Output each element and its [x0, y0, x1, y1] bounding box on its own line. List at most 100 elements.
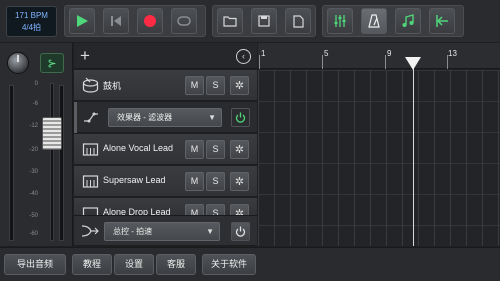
- track-settings-button[interactable]: ✲: [230, 140, 249, 159]
- master-bus-row: 总控 - 拍速 ▼: [74, 215, 257, 246]
- metronome-button[interactable]: [361, 8, 387, 34]
- timeline-ruler[interactable]: 1 5 9 13: [258, 43, 500, 69]
- snap-start-button[interactable]: [429, 8, 455, 34]
- gear-icon: ✲: [234, 144, 245, 156]
- db-tick: -6: [32, 101, 38, 107]
- mute-button[interactable]: M: [185, 140, 204, 159]
- pan-knob[interactable]: [7, 52, 29, 74]
- dropdown-caret-icon: ▼: [206, 227, 214, 236]
- power-icon: [235, 112, 246, 123]
- channel-fx-button[interactable]: ⊱: [40, 53, 64, 73]
- bpm-value: 171 BPM: [15, 11, 48, 20]
- bar-tick: [447, 55, 448, 69]
- level-meter-left: [9, 85, 14, 241]
- support-button[interactable]: 客服: [156, 254, 196, 275]
- track-name: 鼓机: [103, 81, 122, 91]
- volume-fader-handle[interactable]: [42, 117, 62, 150]
- solo-button[interactable]: S: [206, 140, 225, 159]
- playhead-handle[interactable]: [405, 57, 421, 70]
- play-button[interactable]: [69, 8, 95, 34]
- mute-button[interactable]: M: [185, 172, 204, 191]
- tutorial-button[interactable]: 教程: [72, 254, 112, 275]
- tools-group: [322, 5, 464, 37]
- bar-tick: [259, 55, 260, 69]
- track-list-header: [74, 43, 257, 69]
- about-button[interactable]: 关于软件: [202, 254, 256, 275]
- db-tick: -30: [29, 169, 38, 175]
- track-name: Alone Vocal Lead: [103, 143, 174, 153]
- bar-marker: 9: [387, 49, 392, 58]
- gear-icon: ✲: [234, 80, 245, 92]
- rewind-button[interactable]: [103, 8, 129, 34]
- playhead-line: [413, 66, 414, 246]
- track-row-drums[interactable]: 鼓机 M S ✲: [74, 70, 257, 101]
- track-row-vocal-lead[interactable]: Alone Vocal Lead M S ✲: [74, 134, 257, 165]
- fx-row-indicator: [74, 102, 77, 133]
- master-power-button[interactable]: [231, 222, 250, 241]
- instrument-button[interactable]: [395, 8, 421, 34]
- folder-icon: [223, 16, 237, 27]
- loop-icon: [177, 16, 191, 26]
- effect-select[interactable]: 效果器 - 滤波器 ▼: [108, 108, 222, 127]
- record-button[interactable]: [137, 8, 163, 34]
- solo-button[interactable]: S: [206, 172, 225, 191]
- volume-fader-track: [50, 83, 54, 241]
- transport-group: [64, 5, 206, 37]
- mixer-button[interactable]: [327, 8, 353, 34]
- arrangement-grid[interactable]: [258, 70, 500, 246]
- drum-icon: [82, 77, 99, 93]
- master-channel-strip: ⊱ 0 -6 -12 -20 -30 -40 -50 -60: [0, 43, 73, 246]
- db-tick: -12: [29, 123, 38, 129]
- collapse-button[interactable]: ‹: [236, 49, 251, 64]
- track-row-supersaw[interactable]: Supersaw Lead M S ✲: [74, 166, 257, 197]
- db-tick: -50: [29, 213, 38, 219]
- db-tick: 0: [34, 81, 38, 87]
- open-button[interactable]: [217, 8, 243, 34]
- settings-button[interactable]: 设置: [114, 254, 154, 275]
- loop-button[interactable]: [171, 8, 197, 34]
- mixer-sliders-icon: [334, 15, 346, 27]
- save-button[interactable]: [251, 8, 277, 34]
- track-row-drop-lead[interactable]: Alone Drop Lead M S ✲: [74, 198, 257, 216]
- jump-to-start-icon: [436, 15, 448, 27]
- master-bus-icon: [81, 225, 99, 237]
- power-icon: [235, 226, 246, 237]
- metronome-icon: [368, 14, 380, 28]
- record-icon: [144, 15, 156, 27]
- plus-icon: +: [80, 46, 90, 65]
- new-file-button[interactable]: [285, 8, 311, 34]
- db-tick: -20: [29, 147, 38, 153]
- master-select[interactable]: 总控 - 拍速 ▼: [104, 222, 220, 241]
- bar-tick: [385, 55, 386, 69]
- new-file-icon: [292, 14, 304, 28]
- fx-routing-icon: ⊱: [47, 57, 57, 70]
- dropdown-caret-icon: ▼: [208, 113, 216, 122]
- db-tick: -60: [29, 231, 38, 237]
- track-settings-button[interactable]: ✲: [230, 172, 249, 191]
- bar-marker: 13: [448, 49, 457, 58]
- synth-keyboard-icon: [82, 175, 99, 188]
- track-effect-row: 效果器 - 滤波器 ▼: [74, 102, 257, 133]
- track-settings-button[interactable]: ✲: [230, 76, 249, 95]
- tempo-display[interactable]: 171 BPM 4/4拍: [6, 6, 57, 37]
- track-name: Supersaw Lead: [103, 175, 166, 185]
- chevron-left-icon: ‹: [242, 51, 245, 61]
- save-icon: [258, 15, 270, 27]
- bar-tick: [322, 55, 323, 69]
- bar-marker: 5: [324, 49, 329, 58]
- automation-curve-icon: [84, 112, 98, 123]
- gear-icon: ✲: [234, 176, 245, 188]
- synth-keyboard-icon: [82, 143, 99, 156]
- time-signature: 4/4拍: [21, 23, 42, 32]
- play-icon: [77, 15, 88, 27]
- file-group: [212, 5, 316, 37]
- level-meter-right: [59, 85, 64, 241]
- music-note-icon: [402, 14, 414, 27]
- effect-power-button[interactable]: [231, 108, 250, 127]
- mute-button[interactable]: M: [185, 76, 204, 95]
- add-track-button[interactable]: +: [80, 46, 90, 66]
- solo-button[interactable]: S: [206, 76, 225, 95]
- master-select-value: 总控 - 拍速: [113, 227, 153, 236]
- export-audio-button[interactable]: 导出音频: [4, 254, 66, 275]
- bar-marker: 1: [261, 49, 266, 58]
